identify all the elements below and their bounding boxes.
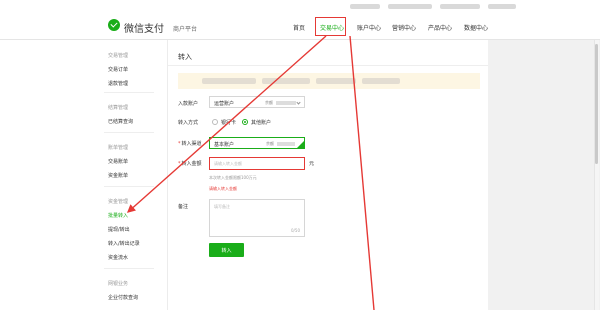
account-balance-label: 余额	[265, 100, 273, 105]
title-divider	[168, 65, 488, 66]
sidebar-group-bills: 账单管理	[108, 145, 129, 151]
nav-product-center[interactable]: 产品中心	[428, 23, 452, 32]
sidebar-item-transfer-records[interactable]: 转入/转出记录	[108, 240, 140, 247]
redacted-balance	[277, 142, 295, 146]
sidebar-item-settled-query[interactable]: 已结算查询	[108, 118, 133, 125]
brand-name: 微信支付	[124, 24, 164, 35]
channel-label: *转入渠道	[178, 141, 202, 147]
radio-bank-card[interactable]	[212, 119, 218, 125]
nav-home[interactable]: 首页	[293, 23, 305, 32]
account-info-blur	[440, 4, 480, 9]
amount-error: 请输入转入金额	[209, 186, 237, 191]
sidebar-item-batch-transfer-in[interactable]: 批量转入	[108, 212, 128, 219]
sidebar-item-withdraw[interactable]: 提现/转出	[108, 226, 130, 233]
redacted-text	[362, 78, 400, 84]
radio-other-account[interactable]	[242, 119, 248, 125]
sidebar-divider	[104, 268, 154, 269]
merchant-platform-label: 商户平台	[173, 26, 198, 33]
redacted-text	[262, 78, 310, 84]
redacted-balance	[276, 101, 296, 105]
sidebar-group-ebank: 网银业务	[108, 281, 129, 287]
channel-select-value: 基本账户	[214, 142, 235, 148]
nav-highlight-box	[315, 17, 346, 36]
amount-input[interactable]: 请输入转入金额	[209, 157, 305, 170]
remark-label: 备注	[178, 204, 189, 210]
account-info-blur	[388, 4, 432, 9]
method-label: 转入方式	[178, 120, 199, 126]
amount-unit: 元	[309, 161, 315, 167]
amount-placeholder: 请输入转入金额	[214, 161, 242, 166]
sidebar-item-enterprise-payment[interactable]: 企业付款查询	[108, 294, 138, 301]
account-select-value: 运营账户	[214, 101, 235, 107]
remark-placeholder: 填写备注	[214, 204, 230, 209]
redacted-text	[202, 78, 256, 84]
sidebar-group-funds: 资金管理	[108, 199, 129, 205]
account-label: 入款账户	[178, 101, 199, 107]
sidebar-item-fund-bill[interactable]: 资金账单	[108, 172, 128, 179]
chevron-down-icon	[296, 100, 301, 105]
sidebar-item-refunds[interactable]: 退款管理	[108, 80, 128, 87]
nav-account-center[interactable]: 账户中心	[357, 23, 381, 32]
sidebar-group-trade: 交易管理	[108, 53, 129, 59]
sidebar-divider	[104, 132, 154, 133]
sidebar-item-trade-bill[interactable]: 交易账单	[108, 158, 128, 165]
amount-hint: 本次转入金额限额100万元	[209, 175, 257, 180]
account-info-blur	[488, 4, 516, 9]
radio-other-account-label: 其他账户	[251, 120, 272, 126]
wechat-pay-logo-icon[interactable]	[108, 19, 120, 31]
account-info-blur	[350, 4, 380, 9]
remark-textarea[interactable]: 填写备注 0/50	[209, 199, 305, 237]
radio-bank-card-label: 银行卡	[221, 120, 237, 126]
sidebar-group-settlement: 结算管理	[108, 105, 129, 111]
sidebar-item-trade-orders[interactable]: 交易订单	[108, 66, 128, 73]
nav-data-center[interactable]: 数据中心	[464, 23, 488, 32]
channel-select[interactable]: 基本账户 余额	[209, 137, 305, 149]
selected-check-icon	[297, 141, 304, 148]
scrollbar-thumb[interactable]	[595, 44, 598, 164]
sidebar-item-fund-flow[interactable]: 资金流水	[108, 254, 128, 261]
amount-label: *转入金额	[178, 161, 202, 167]
notice-bar	[178, 73, 480, 89]
channel-balance-label: 余额	[266, 141, 274, 146]
sidebar-divider	[104, 92, 154, 93]
submit-transfer-button[interactable]: 转入	[209, 243, 244, 257]
nav-marketing-center[interactable]: 营销中心	[392, 23, 416, 32]
remark-counter: 0/50	[291, 228, 300, 233]
redacted-text	[316, 78, 356, 84]
sidebar-divider	[104, 186, 154, 187]
account-select[interactable]: 运营账户 余额	[209, 96, 305, 108]
page-title: 转入	[178, 53, 192, 61]
sidebar	[0, 40, 168, 310]
